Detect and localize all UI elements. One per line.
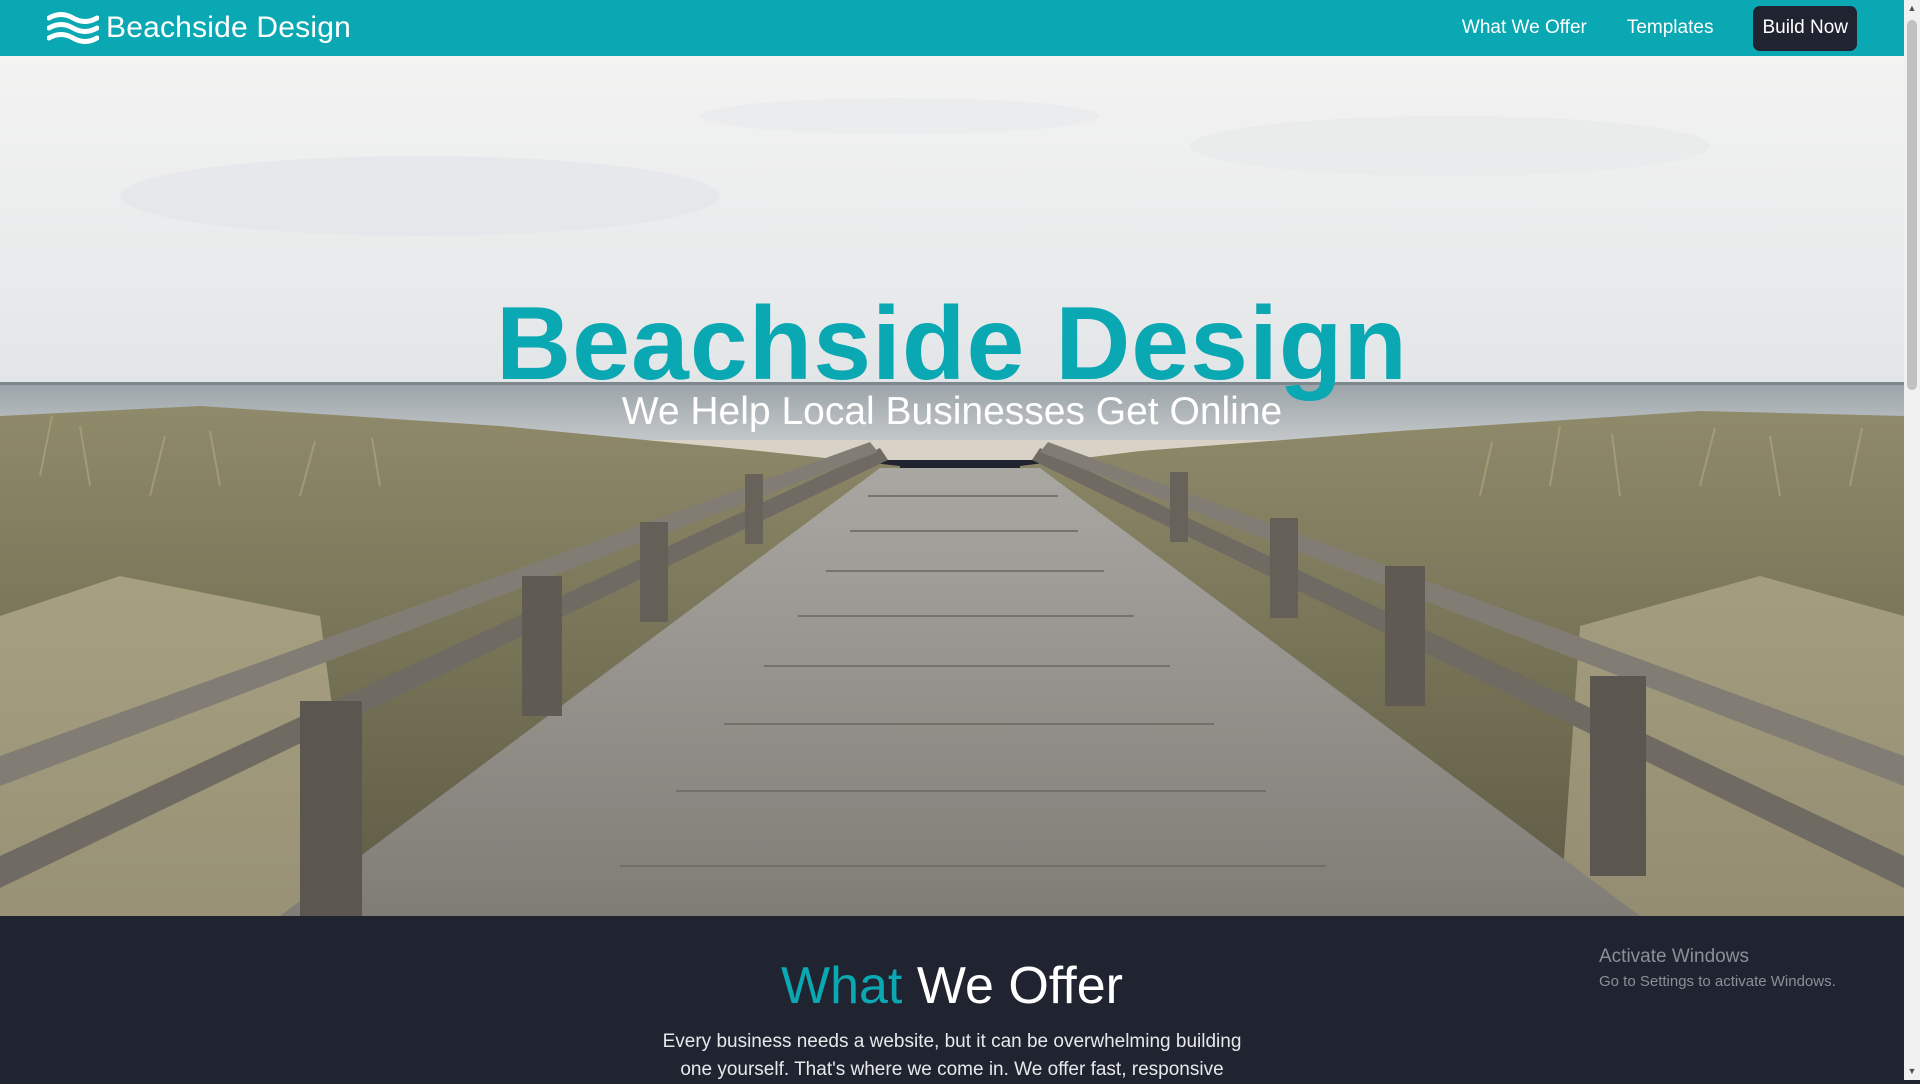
- activate-windows-watermark: Activate Windows Go to Settings to activ…: [1599, 946, 1836, 992]
- hero-title: Beachside Design: [496, 286, 1408, 402]
- waves-logo-icon: [47, 12, 99, 44]
- chevron-up-icon[interactable]: ▲: [1904, 0, 1920, 17]
- what-we-offer-section: What We Offer Every business needs a web…: [0, 916, 1904, 1080]
- chevron-down-icon[interactable]: ▼: [1904, 1063, 1920, 1080]
- brand[interactable]: Beachside Design: [47, 0, 351, 56]
- brand-name: Beachside Design: [106, 11, 352, 44]
- top-navbar: Beachside Design What We Offer Templates…: [0, 0, 1904, 56]
- hero-boardwalk-image: [0, 56, 1904, 916]
- nav-links: What We Offer Templates Build Now: [1462, 0, 1857, 56]
- hero-subtitle: We Help Local Businesses Get Online: [621, 390, 1283, 433]
- nav-link-templates[interactable]: Templates: [1627, 17, 1714, 39]
- hero-section: Beachside Design We Help Local Businesse…: [0, 56, 1904, 916]
- vertical-scrollbar[interactable]: ▲ ▼: [1904, 0, 1920, 1080]
- heading-rest: We Offer: [902, 957, 1123, 1015]
- build-now-button[interactable]: Build Now: [1753, 5, 1857, 51]
- offer-description: Every business needs a website, but it c…: [662, 1031, 1242, 1080]
- watermark-subtitle: Go to Settings to activate Windows.: [1599, 973, 1836, 990]
- nav-link-what-we-offer[interactable]: What We Offer: [1462, 17, 1587, 39]
- heading-accent-word: What: [781, 957, 903, 1015]
- scrollbar-thumb[interactable]: [1907, 20, 1917, 390]
- watermark-title: Activate Windows: [1599, 946, 1749, 967]
